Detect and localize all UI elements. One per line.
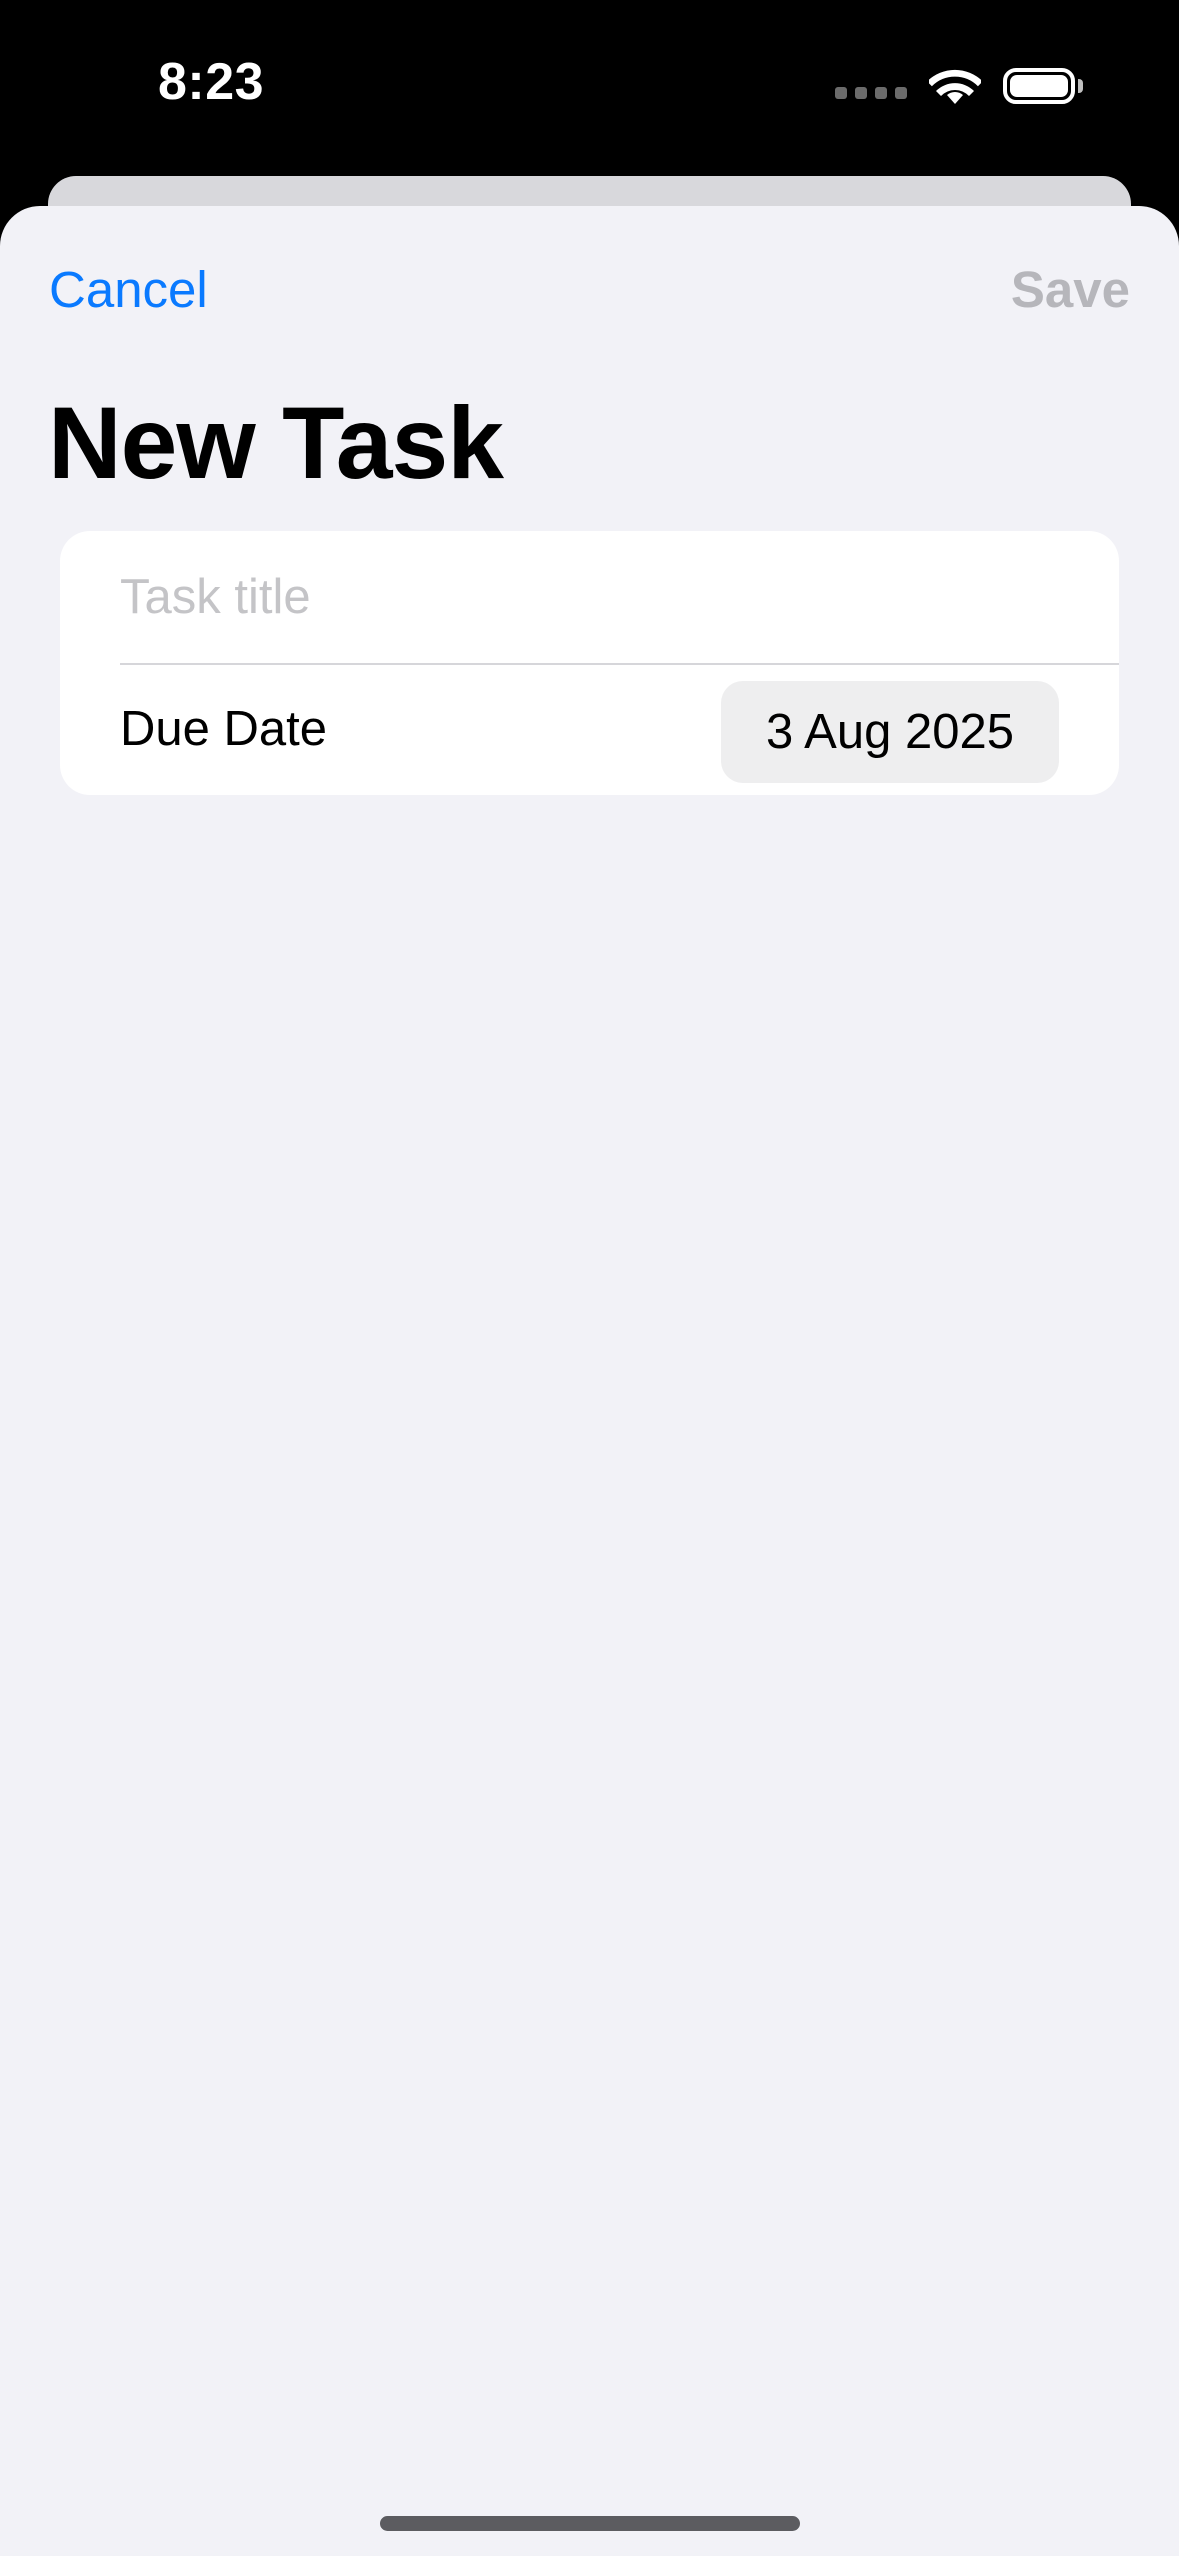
- task-form-card: Due Date 3 Aug 2025: [60, 531, 1119, 795]
- cellular-signal-icon: [835, 87, 907, 99]
- wifi-icon: [929, 66, 981, 106]
- home-indicator[interactable]: [380, 2516, 800, 2531]
- task-title-row: [60, 531, 1119, 663]
- cancel-button[interactable]: Cancel: [49, 264, 208, 315]
- task-title-input[interactable]: [120, 555, 1060, 639]
- due-date-row: Due Date 3 Aug 2025: [60, 665, 1119, 795]
- due-date-picker-button[interactable]: 3 Aug 2025: [721, 681, 1059, 783]
- status-bar: 8:23: [0, 0, 1179, 176]
- battery-icon: [1003, 68, 1083, 104]
- save-button[interactable]: Save: [1011, 264, 1130, 315]
- status-time: 8:23: [158, 53, 265, 111]
- page-title: New Task: [48, 386, 504, 500]
- due-date-label: Due Date: [120, 702, 328, 756]
- status-icons: [835, 64, 1083, 108]
- new-task-sheet: Cancel Save New Task Due Date 3 Aug 2025: [0, 206, 1179, 2556]
